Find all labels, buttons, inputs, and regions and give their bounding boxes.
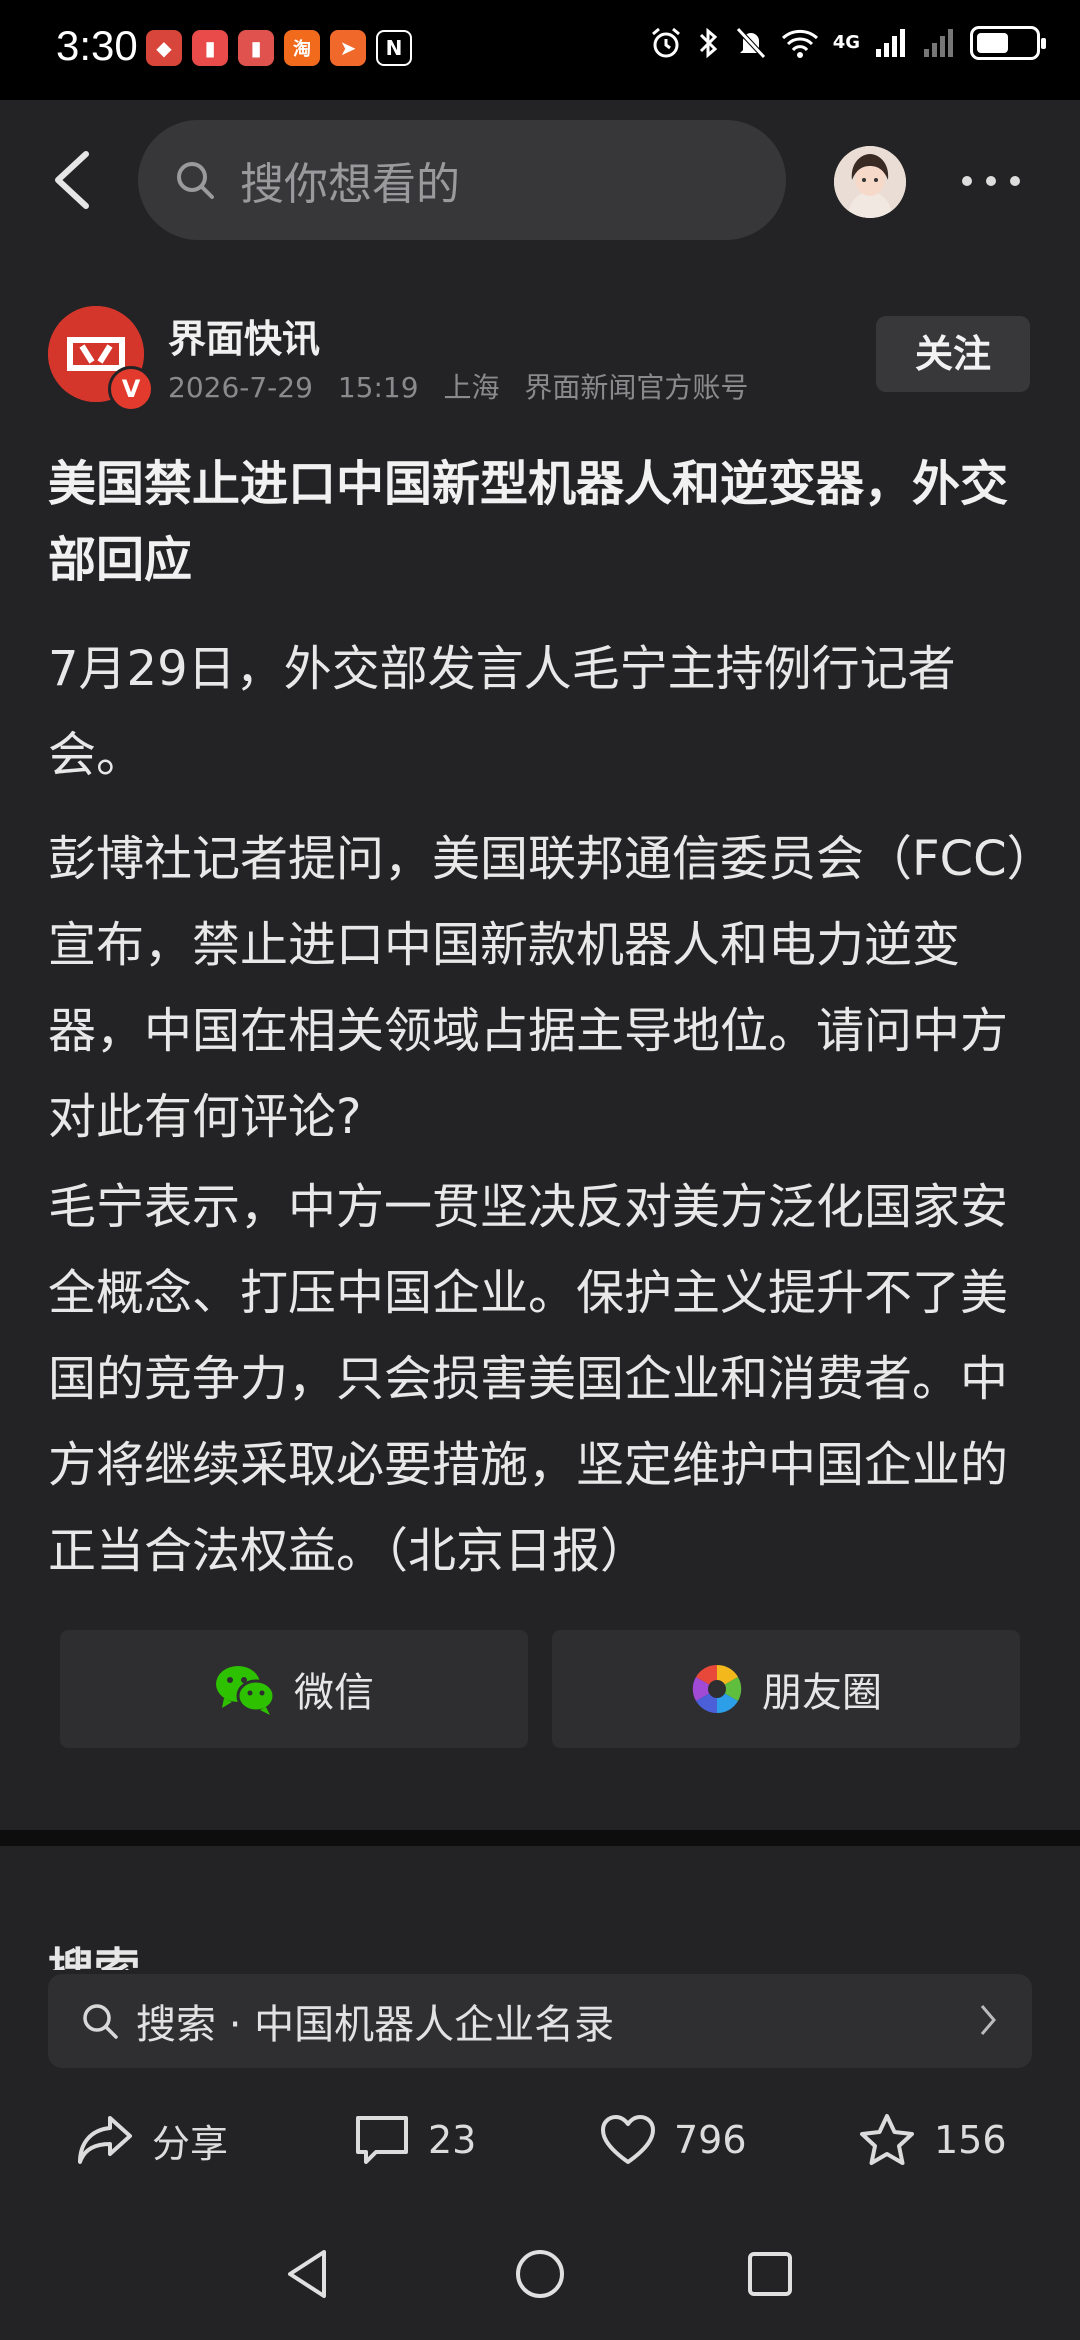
- red-app-icon: ▮: [192, 30, 228, 66]
- share-moments-label: 朋友圈: [762, 1670, 882, 1716]
- share-moments-button[interactable]: 朋友圈: [552, 1630, 1020, 1748]
- status-app-icons: ◆ ▮ ▮ 淘 ➤ N: [146, 30, 412, 66]
- favorite-count: 156: [934, 2118, 1007, 2162]
- author-logo[interactable]: V: [48, 306, 154, 412]
- like-action[interactable]: 796: [600, 2100, 747, 2180]
- network-type: 4G: [832, 32, 860, 53]
- mute-bell-icon: [735, 27, 766, 59]
- comment-icon: [356, 2116, 408, 2164]
- related-search-text: 搜索 · 中国机器人企业名录: [136, 2002, 615, 2048]
- article-paragraph: 毛宁表示，中方一贯坚决反对美方泛化国家安全概念、打压中国企业。保护主义提升不了美…: [48, 1179, 1009, 1579]
- share-arrow-icon: [78, 2116, 132, 2164]
- avatar-illustration-icon: [834, 146, 906, 218]
- moments-icon: [692, 1664, 742, 1714]
- search-bar[interactable]: 搜你想看的: [138, 120, 786, 240]
- author-name[interactable]: 界面快讯: [168, 308, 320, 363]
- share-action-label: 分享: [152, 2121, 229, 2166]
- nav-back-icon[interactable]: [284, 2248, 330, 2300]
- heart-icon: [601, 2115, 655, 2164]
- related-search-bar[interactable]: 搜索 · 中国机器人企业名录: [48, 1974, 1032, 2068]
- huawei-app-icon: ◆: [146, 30, 182, 66]
- share-action[interactable]: 分享: [76, 2100, 228, 2180]
- article-title: 美国禁止进口中国新型机器人和逆变器，外交部回应: [48, 456, 1009, 588]
- favorite-action[interactable]: 156: [858, 2100, 1007, 2180]
- wifi-icon: [781, 29, 818, 58]
- section-divider: [0, 1830, 1080, 1846]
- post-time: 15:19: [337, 371, 419, 404]
- signal-weak-icon: [924, 29, 953, 57]
- account-type: 界面新闻官方账号: [524, 371, 749, 404]
- share-wechat-button[interactable]: 微信: [60, 1630, 528, 1748]
- system-nav-bar: [0, 2210, 1080, 2340]
- alarm-icon: [651, 27, 680, 58]
- star-icon: [860, 2114, 914, 2165]
- post-location: 上海: [443, 371, 500, 404]
- section-heading: 搜索: [48, 1943, 140, 1970]
- article-paragraph: 7月29日，外交部发言人毛宁主持例行记者会。: [48, 641, 956, 783]
- action-bar: 分享 23 796 156: [0, 2100, 1080, 2180]
- like-count: 796: [674, 2118, 747, 2162]
- article-paragraph: 彭博社记者提问，美国联邦通信委员会（FCC）宣布，禁止进口中国新款机器人和电力逆…: [48, 831, 1031, 1145]
- wechat-icon: [216, 1666, 276, 1715]
- red-app-icon-2: ▮: [238, 30, 274, 66]
- bluetooth-icon: [699, 27, 717, 59]
- back-arrow-icon[interactable]: [44, 140, 104, 220]
- battery-icon: [970, 26, 1046, 60]
- comment-action[interactable]: 23: [354, 2100, 476, 2180]
- search-icon: [83, 2004, 118, 2039]
- nfc-icon: N: [376, 30, 412, 66]
- chevron-right-icon: [980, 2005, 996, 2035]
- nav-recents-icon[interactable]: [746, 2250, 794, 2298]
- share-wechat-label: 微信: [294, 1670, 374, 1716]
- author-row: V 界面快讯 2026-7-29 15:19 上海 界面新闻官方账号 关注: [48, 304, 1038, 414]
- verified-badge-icon: V: [108, 366, 154, 412]
- more-options-icon[interactable]: [962, 176, 1020, 186]
- search-icon: [177, 162, 214, 199]
- status-bar: 3:30 ◆ ▮ ▮ 淘 ➤ N 4G: [0, 0, 1080, 100]
- status-time: 3:30: [56, 22, 138, 69]
- nav-home-icon[interactable]: [514, 2248, 566, 2300]
- follow-button[interactable]: 关注: [876, 316, 1030, 392]
- user-avatar[interactable]: [834, 146, 906, 218]
- post-date: 2026-7-29: [168, 371, 313, 404]
- author-meta: 2026-7-29 15:19 上海 界面新闻官方账号: [168, 366, 764, 406]
- top-app-bar: 搜你想看的: [0, 100, 1080, 260]
- search-placeholder: 搜你想看的: [240, 159, 460, 210]
- signal-icon: [876, 29, 905, 57]
- status-system-icons: 4G: [649, 26, 1046, 60]
- send-app-icon: ➤: [330, 30, 366, 66]
- taobao-icon: 淘: [284, 30, 320, 66]
- comment-count: 23: [428, 2118, 477, 2162]
